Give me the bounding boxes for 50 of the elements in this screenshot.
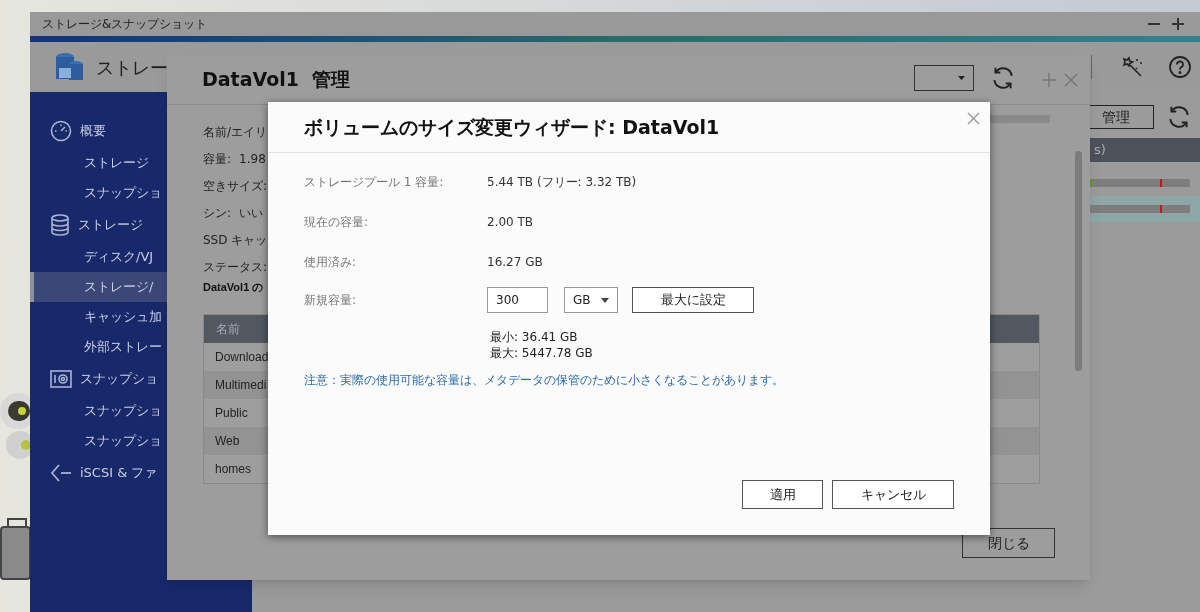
field-label: SSD キャッ	[203, 232, 268, 249]
table-cell-text: homes	[215, 460, 252, 478]
refresh-icon[interactable]	[1166, 104, 1192, 130]
table-cell-text: Multimedi	[215, 376, 267, 394]
unit-select[interactable]: GB	[564, 287, 618, 313]
dialog-button[interactable]: キャンセル	[832, 480, 954, 509]
column-header: 名前	[216, 320, 240, 338]
close-icon[interactable]	[967, 112, 980, 125]
field-label: シン:	[203, 205, 232, 222]
capacity-input[interactable]: 300	[487, 287, 548, 313]
magic-wand-icon[interactable]	[1120, 55, 1144, 79]
field-label: 名前/エイリ	[203, 124, 268, 141]
scrollbar[interactable]	[1075, 151, 1082, 371]
window-title: ストレージ&スナップショット	[42, 16, 208, 33]
briefcase-drawing	[0, 515, 30, 581]
camera-icon	[50, 369, 72, 389]
plus-icon[interactable]	[1172, 18, 1184, 30]
column-header: s)	[1094, 141, 1106, 160]
field-value: 5.44 TB (フリー: 3.32 TB)	[487, 174, 637, 191]
field-label: ストレージプール 1 容量:	[304, 174, 445, 191]
field-label: 使用済み:	[304, 254, 358, 271]
field-label: 空きサイズ:	[203, 178, 268, 195]
min-capacity: 最小: 36.41 GB	[490, 329, 579, 345]
note-text: 注意：実際の使用可能な容量は、メタデータの保管のために小さくなることがあります。	[304, 372, 785, 389]
threshold-marker	[1160, 205, 1162, 213]
gauge-icon	[50, 120, 72, 142]
set-max-button[interactable]: 最大に設定	[632, 287, 754, 313]
field-label: 現在の容量:	[304, 214, 370, 231]
caret-icon	[958, 76, 965, 80]
refresh-icon[interactable]	[990, 65, 1016, 91]
app-title: ストレー	[96, 55, 168, 80]
max-capacity: 最大: 5447.78 GB	[490, 345, 594, 361]
table-cell-text: Public	[215, 404, 248, 422]
table-cell-text: Web	[215, 432, 240, 450]
dialog-button[interactable]: 適用	[742, 480, 823, 509]
field-value: 2.00 TB	[487, 214, 534, 231]
dropdown[interactable]	[914, 65, 974, 91]
field-value: 16.27 GB	[487, 254, 543, 271]
field-label: 容量:	[203, 151, 232, 168]
field-value: 1.98	[239, 151, 266, 168]
field-label: 新規容量:	[304, 292, 358, 309]
dialog-title: ボリュームのサイズ変更ウィザード: DataVol1	[304, 114, 720, 140]
caret-icon	[601, 297, 609, 303]
threshold-marker	[1160, 179, 1162, 187]
help-icon[interactable]	[1168, 55, 1192, 79]
storage-logo-icon	[54, 52, 84, 82]
database-icon	[50, 214, 70, 236]
table-cell-text: Download	[215, 348, 269, 366]
field-value: いい	[239, 205, 264, 222]
dialog-title: DataVol1 管理	[202, 67, 351, 93]
